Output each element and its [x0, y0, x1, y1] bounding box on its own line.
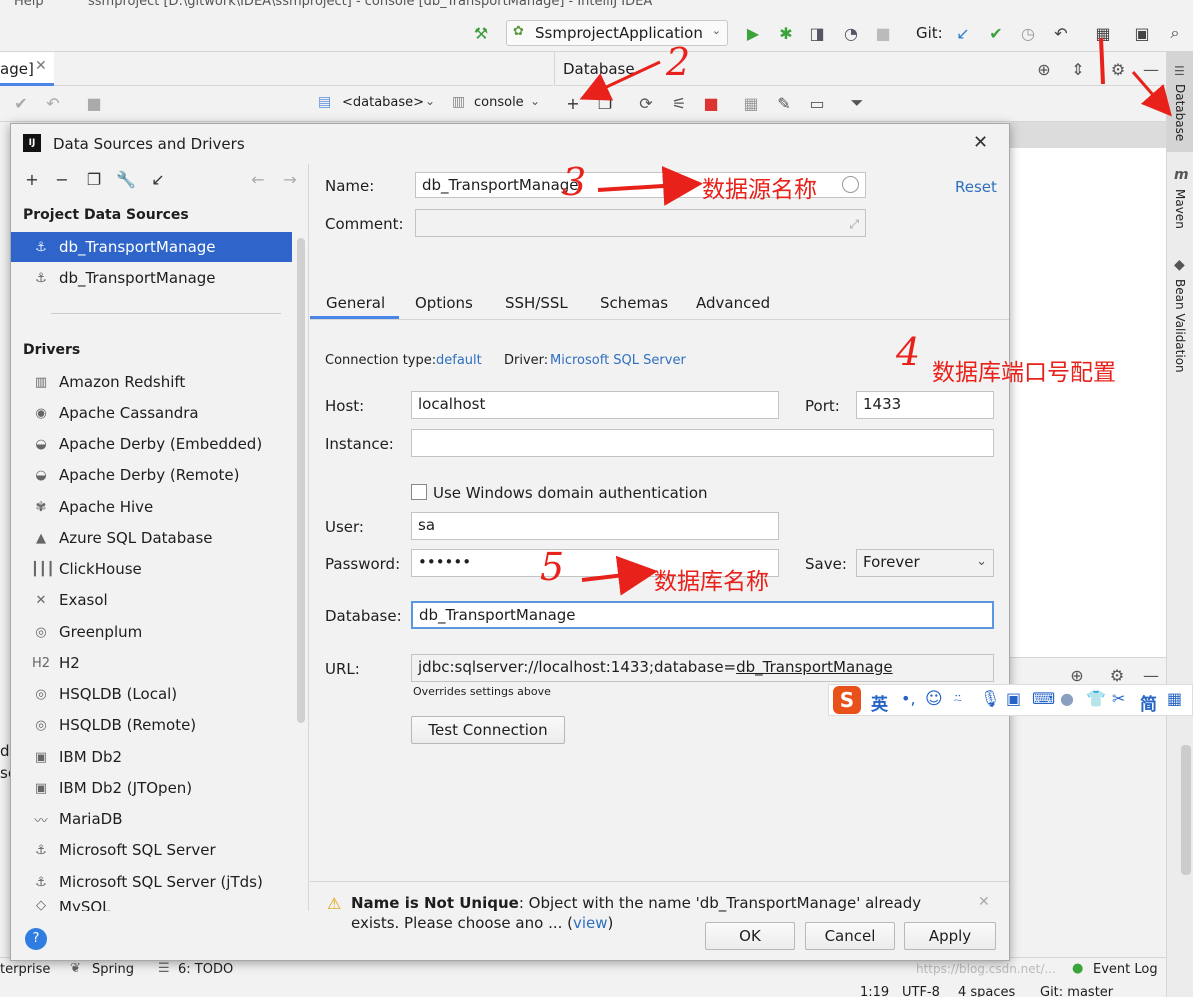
annotation-name-note: 数据源名称	[702, 177, 817, 203]
annotation-number-3: 3	[562, 160, 587, 204]
annotation-db-note: 数据库名称	[654, 569, 769, 595]
annotation-arrows	[579, 37, 1172, 596]
annotation-number-2: 2	[666, 40, 691, 84]
arrow-to-database-tab	[1131, 71, 1172, 117]
annotation-port-note: 数据库端口号配置	[932, 360, 1116, 386]
annotation-number-4: 4	[896, 330, 921, 374]
annotation-number-5: 5	[540, 545, 565, 589]
arrow-name	[597, 166, 703, 206]
arrow-to-add-button	[579, 60, 661, 101]
arrow-database	[581, 555, 658, 596]
